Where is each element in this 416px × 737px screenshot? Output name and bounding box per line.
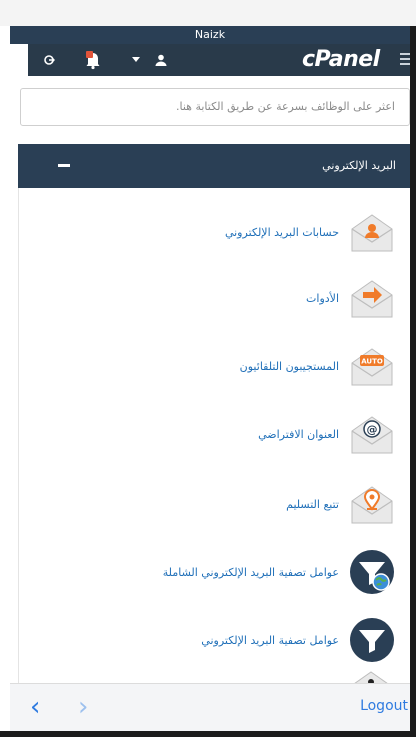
window-title: Naizk bbox=[10, 26, 410, 44]
item-label[interactable]: العنوان الافتراضي bbox=[258, 428, 339, 441]
item-label[interactable]: المستجيبون التلقائيون bbox=[240, 360, 339, 373]
browser-bottom-toolbar: ‹ › Logout bbox=[10, 683, 410, 731]
cpanel-logo[interactable]: cPanel bbox=[302, 47, 380, 72]
email-group-header[interactable]: البريد الإلكتروني bbox=[18, 144, 410, 188]
frame-edge bbox=[410, 26, 416, 737]
user-icon[interactable] bbox=[150, 44, 172, 76]
item-label[interactable]: الأدوات bbox=[306, 292, 339, 305]
list-item-email-accounts[interactable]: حسابات البريد الإلكتروني bbox=[19, 204, 411, 260]
list-item-autoresponders[interactable]: المستجيبون التلقائيون AUTO bbox=[19, 338, 411, 394]
frame-bottom-edge bbox=[0, 731, 416, 737]
at-symbol: @ bbox=[367, 423, 378, 436]
group-title: البريد الإلكتروني bbox=[322, 159, 396, 172]
collapse-minus-icon[interactable] bbox=[58, 164, 70, 167]
global-filter-icon bbox=[349, 549, 395, 595]
envelope-forward-icon bbox=[349, 275, 395, 321]
status-area bbox=[0, 0, 416, 26]
back-chevron-icon[interactable]: ‹ bbox=[30, 694, 40, 720]
email-tools-panel: حسابات البريد الإلكتروني الأدوات المستجي… bbox=[18, 188, 410, 688]
top-navigation-bar: cPanel bbox=[28, 44, 414, 76]
list-item-forwarders[interactable]: الأدوات bbox=[19, 270, 411, 326]
list-item-default-address[interactable]: العنوان الافتراضي @ bbox=[19, 406, 411, 462]
envelope-auto-icon: AUTO bbox=[349, 343, 395, 389]
item-label[interactable]: حسابات البريد الإلكتروني bbox=[225, 226, 339, 239]
caret-down-icon[interactable] bbox=[126, 44, 146, 76]
item-label[interactable]: عوامل تصفية البريد الإلكتروني bbox=[201, 634, 339, 647]
list-item-track-delivery[interactable]: تتبع التسليم bbox=[19, 476, 411, 532]
item-label[interactable]: تتبع التسليم bbox=[286, 498, 339, 511]
notifications-bell-icon[interactable] bbox=[80, 44, 106, 76]
envelope-at-icon: @ bbox=[349, 411, 395, 457]
logout-arrow-icon[interactable] bbox=[38, 44, 60, 76]
envelope-location-icon bbox=[349, 481, 395, 527]
envelope-user-icon bbox=[349, 209, 395, 255]
auto-badge: AUTO bbox=[361, 358, 383, 366]
browser-frame: Naizk cPanel اعثر على الوظائف بسرعة عن ط… bbox=[0, 0, 416, 737]
forward-chevron-icon[interactable]: › bbox=[78, 694, 88, 720]
logout-button[interactable]: Logout bbox=[360, 698, 408, 714]
list-item-email-filters[interactable]: عوامل تصفية البريد الإلكتروني bbox=[19, 612, 411, 668]
filter-icon bbox=[349, 617, 395, 663]
item-label[interactable]: عوامل تصفية البريد الإلكتروني الشاملة bbox=[163, 566, 339, 579]
list-item-global-filters[interactable]: عوامل تصفية البريد الإلكتروني الشاملة bbox=[19, 544, 411, 600]
search-input[interactable]: اعثر على الوظائف بسرعة عن طريق الكتابة ه… bbox=[20, 88, 410, 126]
